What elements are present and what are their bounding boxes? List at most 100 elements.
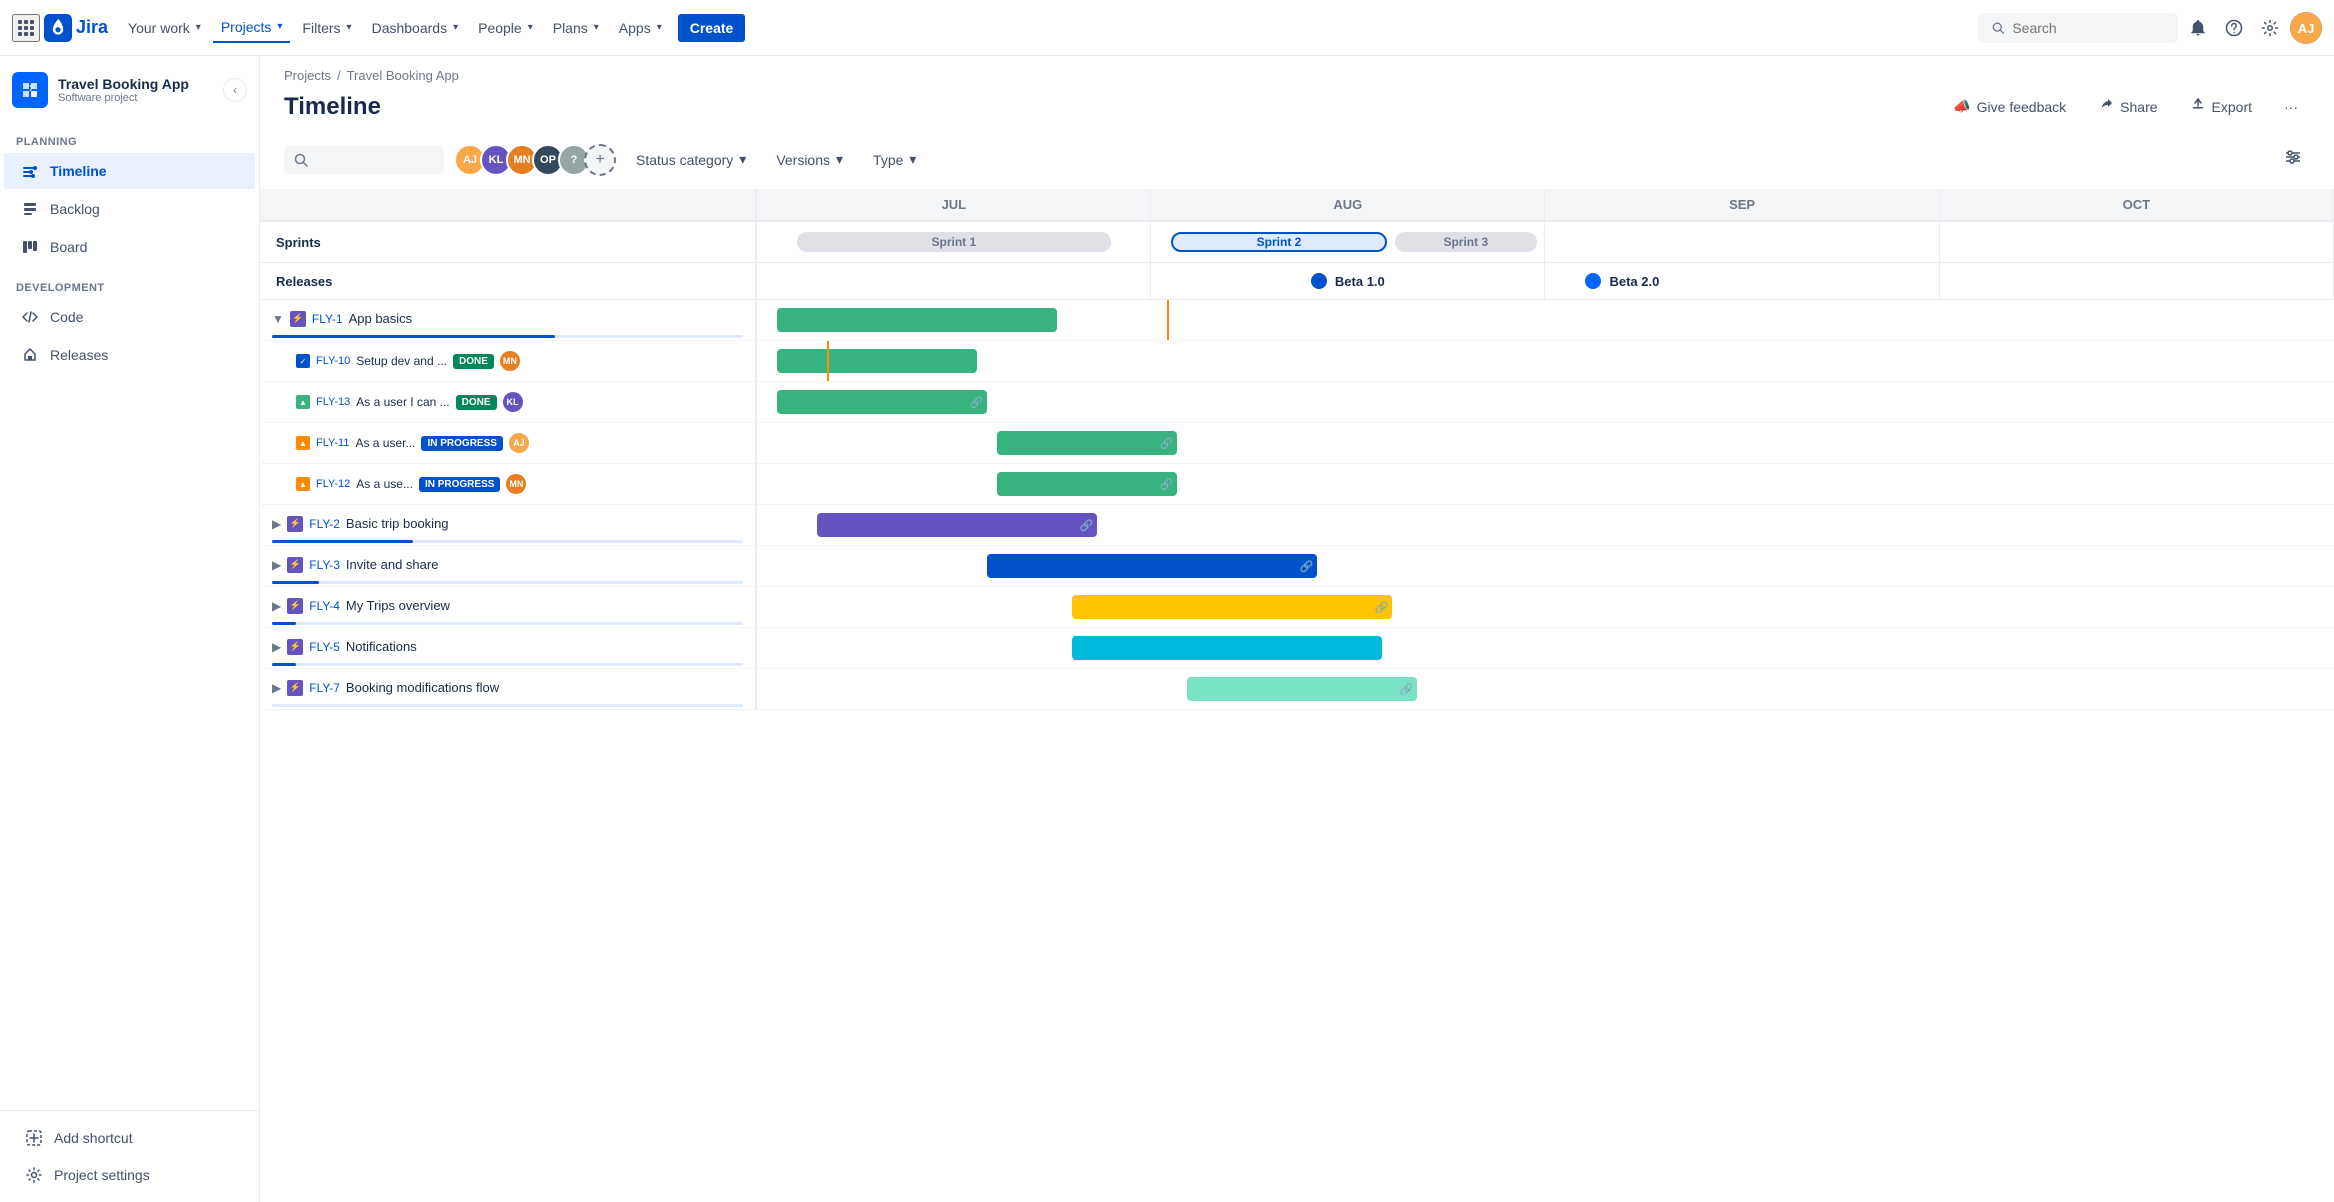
nav-people[interactable]: People ▾ xyxy=(470,14,541,42)
breadcrumb-projects-link[interactable]: Projects xyxy=(284,68,331,83)
nav-filters[interactable]: Filters ▾ xyxy=(294,14,359,42)
page-title: Timeline xyxy=(284,93,381,121)
sidebar-section-development: DEVELOPMENT xyxy=(0,266,259,298)
filter-search-input[interactable] xyxy=(308,152,434,168)
search-box[interactable] xyxy=(1978,13,2178,43)
fly11-gantt-bar[interactable]: 🔗 xyxy=(997,431,1177,455)
epic-fly2-label[interactable]: ▶ ⚡ FLY-2 Basic trip booking xyxy=(260,508,755,540)
expand-fly1-icon[interactable]: ▼ xyxy=(272,312,284,326)
versions-filter[interactable]: Versions ▾ xyxy=(766,145,853,174)
board-icon xyxy=(20,237,40,257)
sidebar-item-code[interactable]: Code xyxy=(4,299,255,335)
today-line xyxy=(1167,300,1169,340)
epic-fly1-icon: ⚡ xyxy=(290,311,306,327)
give-feedback-button[interactable]: 📣 Give feedback xyxy=(1941,92,2078,121)
breadcrumb: Projects / Travel Booking App xyxy=(260,56,2334,83)
task-fly12-avatar: MN xyxy=(506,474,526,494)
month-oct: OCT xyxy=(1939,189,2333,221)
notifications-icon[interactable] xyxy=(2182,12,2214,44)
task-fly10-icon: ✓ xyxy=(296,354,310,368)
fly5-gantt-bar[interactable] xyxy=(1072,636,1382,660)
epic-fly3-label[interactable]: ▶ ⚡ FLY-3 Invite and share xyxy=(260,549,755,581)
more-actions-button[interactable]: ··· xyxy=(2272,93,2310,121)
epic-fly2-progress xyxy=(272,540,743,543)
sidebar-item-releases-label: Releases xyxy=(50,347,108,363)
task-fly10: ✓ FLY-10 Setup dev and ... DONE MN xyxy=(260,341,2334,382)
task-fly11: ▲ FLY-11 As a user... IN PROGRESS AJ 🔗 xyxy=(260,423,2334,464)
expand-fly3-icon[interactable]: ▶ xyxy=(272,558,281,572)
epic-fly1-label[interactable]: ▼ ⚡ FLY-1 App basics xyxy=(260,303,755,335)
apps-grid-icon[interactable] xyxy=(12,14,40,42)
nav-plans[interactable]: Plans ▾ xyxy=(545,14,607,42)
nav-apps[interactable]: Apps ▾ xyxy=(611,14,670,42)
breadcrumb-project-link[interactable]: Travel Booking App xyxy=(347,68,459,83)
sidebar-item-board[interactable]: Board xyxy=(4,229,255,265)
help-icon[interactable] xyxy=(2218,12,2250,44)
add-shortcut-icon xyxy=(24,1128,44,1148)
timeline-container[interactable]: JUL AUG SEP OCT Sprints Sprin xyxy=(260,189,2334,1202)
epic-fly4-label[interactable]: ▶ ⚡ FLY-4 My Trips overview xyxy=(260,590,755,622)
search-input[interactable] xyxy=(2012,20,2164,36)
month-aug: AUG xyxy=(1151,189,1545,221)
filter-search-box[interactable] xyxy=(284,146,444,174)
status-category-filter[interactable]: Status category ▾ xyxy=(626,145,756,174)
sprint3-bar: Sprint 3 xyxy=(1395,232,1537,252)
task-fly13: ▲ FLY-13 As a user I can ... DONE KL 🔗 xyxy=(260,382,2334,423)
task-fly11-label[interactable]: ▲ FLY-11 As a user... IN PROGRESS AJ xyxy=(260,427,755,459)
epic-fly7-label[interactable]: ▶ ⚡ FLY-7 Booking modifications flow xyxy=(260,672,755,704)
expand-fly2-icon[interactable]: ▶ xyxy=(272,517,281,531)
epic-fly4-icon: ⚡ xyxy=(287,598,303,614)
user-avatar[interactable] xyxy=(2290,12,2322,44)
task-fly13-avatar: KL xyxy=(503,392,523,412)
create-button[interactable]: Create xyxy=(678,14,746,42)
share-button[interactable]: Share xyxy=(2086,91,2169,122)
sidebar-project-header[interactable]: Travel Booking App Software project ‹ xyxy=(0,56,259,120)
sidebar-item-backlog-label: Backlog xyxy=(50,201,100,217)
fly7-gantt-bar[interactable]: 🔗 xyxy=(1187,677,1417,701)
fly3-gantt-bar[interactable]: 🔗 xyxy=(987,554,1317,578)
export-button[interactable]: Export xyxy=(2178,91,2264,122)
epic-fly5-label[interactable]: ▶ ⚡ FLY-5 Notifications xyxy=(260,631,755,663)
sidebar-collapse-button[interactable]: ‹ xyxy=(223,78,247,102)
nav-your-work[interactable]: Your work ▾ xyxy=(120,14,209,42)
epic-fly4-progress xyxy=(272,622,743,625)
add-avatar-filter[interactable]: + xyxy=(584,144,616,176)
sidebar-add-shortcut[interactable]: Add shortcut xyxy=(8,1120,251,1156)
sidebar-item-releases[interactable]: Releases xyxy=(4,337,255,373)
timeline-icon xyxy=(20,161,40,181)
epic-fly3-progress xyxy=(272,581,743,584)
expand-fly5-icon[interactable]: ▶ xyxy=(272,640,281,654)
fly10-gantt-bar[interactable] xyxy=(777,349,977,373)
fly4-gantt-bar[interactable]: 🔗 xyxy=(1072,595,1392,619)
epic-fly3-icon: ⚡ xyxy=(287,557,303,573)
epic-fly1-progress xyxy=(272,335,743,338)
expand-fly7-icon[interactable]: ▶ xyxy=(272,681,281,695)
sidebar-item-timeline-label: Timeline xyxy=(50,163,107,179)
nav-logo-text: Jira xyxy=(76,17,108,38)
fly13-gantt-bar[interactable]: 🔗 xyxy=(777,390,987,414)
task-fly13-label[interactable]: ▲ FLY-13 As a user I can ... DONE KL xyxy=(260,386,755,418)
sidebar-item-timeline[interactable]: Timeline xyxy=(4,153,255,189)
settings-icon[interactable] xyxy=(2254,12,2286,44)
project-icon xyxy=(12,72,48,108)
type-filter[interactable]: Type ▾ xyxy=(863,145,926,174)
nav-logo[interactable]: Jira xyxy=(44,14,108,42)
fly12-gantt-bar[interactable]: 🔗 xyxy=(997,472,1177,496)
fly1-gantt-bar[interactable] xyxy=(777,308,1057,332)
expand-fly4-icon[interactable]: ▶ xyxy=(272,599,281,613)
task-fly10-label[interactable]: ✓ FLY-10 Setup dev and ... DONE MN xyxy=(260,345,755,377)
sidebar-item-backlog[interactable]: Backlog xyxy=(4,191,255,227)
task-fly13-icon: ▲ xyxy=(296,395,310,409)
today-line-t10 xyxy=(827,341,829,381)
nav-dashboards[interactable]: Dashboards ▾ xyxy=(364,14,467,42)
nav-projects[interactable]: Projects ▾ xyxy=(213,13,291,43)
fly2-gantt-bar[interactable]: 🔗 xyxy=(817,513,1097,537)
main-content: Projects / Travel Booking App Timeline 📣… xyxy=(260,56,2334,1202)
task-fly12-label[interactable]: ▲ FLY-12 As a use... IN PROGRESS MN xyxy=(260,468,755,500)
sidebar-project-settings[interactable]: Project settings xyxy=(8,1157,251,1193)
release-beta1: Beta 1.0 xyxy=(1151,269,1544,293)
epic-fly5-icon: ⚡ xyxy=(287,639,303,655)
filter-adjust-button[interactable] xyxy=(2276,142,2310,177)
app-layout: Travel Booking App Software project ‹ PL… xyxy=(0,56,2334,1202)
megaphone-icon: 📣 xyxy=(1953,98,1970,115)
